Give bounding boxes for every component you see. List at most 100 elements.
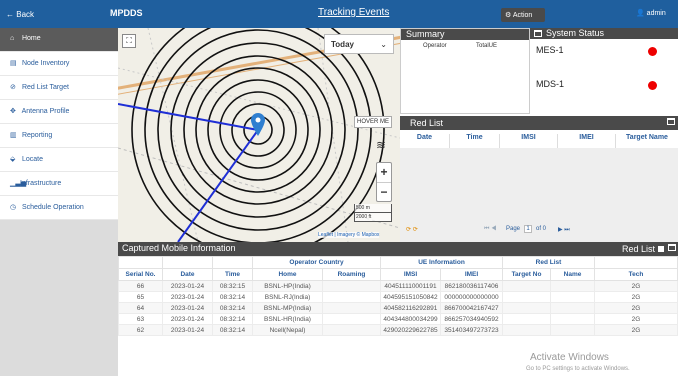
red-list-toggle[interactable]: Red List (622, 244, 664, 254)
column-header[interactable]: Date (162, 268, 213, 281)
group-ue-information: UE Information (380, 256, 503, 269)
cell-imei: 866700042167427 (440, 302, 503, 314)
cell-home: BSNL-MP(India) (252, 302, 323, 314)
system-status-header: System Status (530, 28, 678, 39)
column-header[interactable]: Time (212, 268, 253, 281)
status-row: MDS-1 (530, 73, 678, 97)
window-icon[interactable] (667, 118, 675, 125)
zoom-control: + − (376, 162, 392, 202)
refresh-icon[interactable]: ⟳ ⟳ (406, 226, 418, 233)
page-input[interactable]: 1 (524, 225, 532, 233)
column-header[interactable]: Date (400, 134, 450, 148)
cell-home: BSNL-HR(India) (252, 313, 323, 325)
cell-target-no (502, 291, 551, 303)
cell-name (550, 280, 595, 292)
table-row[interactable]: 66 2023-01-24 08:32:15 BSNL-HP(India) 40… (118, 280, 678, 292)
column-header[interactable]: IMEI (558, 134, 616, 148)
user-menu[interactable]: 👤 admin (636, 9, 666, 17)
system-status-title: System Status (546, 28, 605, 38)
summary-columns: Operator TotalUE (401, 40, 529, 49)
cell-roaming (322, 280, 381, 292)
range-select[interactable]: Today ⌄ (324, 34, 394, 54)
action-label: Action (512, 12, 533, 19)
sidebar-item-red-list-target[interactable]: ⊘ Red List Target (0, 76, 118, 100)
first-prev-icon[interactable]: ⏮ ◀ (484, 226, 496, 233)
window-icon[interactable] (534, 30, 542, 37)
activation-watermark: Activate Windows (530, 352, 609, 363)
map-view[interactable]: ⛶ Today ⌄ HOVER ME ≋ + − 500 m 2000 ft Le… (118, 28, 400, 242)
cell-serial: 65 (118, 291, 163, 303)
table-row[interactable]: 65 2023-01-24 08:32:14 BSNL-RJ(India) 40… (118, 291, 678, 303)
cell-roaming (322, 302, 381, 314)
chevron-down-icon: ⌄ (380, 40, 387, 49)
sidebar-item-label: Infrastructure (20, 180, 62, 187)
sidebar-item-reporting[interactable]: ▥ Reporting (0, 124, 118, 148)
map-attribution[interactable]: Leaflet | Imagery © Mapbox (318, 232, 380, 238)
column-header[interactable]: Home (252, 268, 323, 281)
next-last-icon[interactable]: ▶ ⏭ (558, 226, 570, 234)
sidebar-item-home[interactable]: ⌂ Home (0, 28, 118, 52)
column-header: TotalUE (476, 43, 498, 49)
sidebar-item-antenna-profile[interactable]: ✥ Antenna Profile (0, 100, 118, 124)
column-header[interactable]: Time (450, 134, 500, 148)
status-dot-icon (648, 47, 657, 56)
home-icon: ⌂ (10, 35, 15, 42)
summary-title: Summary (401, 29, 529, 40)
column-header[interactable]: IMSI (500, 134, 558, 148)
cell-name (550, 291, 595, 303)
back-button[interactable]: ← Back (6, 10, 34, 19)
status-node-name: MDS-1 (536, 79, 565, 89)
sidebar-item-node-inventory[interactable]: ▤ Node Inventory (0, 52, 118, 76)
cell-date: 2023-01-24 (162, 302, 213, 314)
cell-tech: 2G (594, 280, 678, 292)
group-header-row: Operator Country UE Information Red List (118, 256, 678, 269)
cell-serial: 63 (118, 313, 163, 325)
cell-name (550, 324, 595, 336)
sidebar-item-schedule-operation[interactable]: ◷ Schedule Operation (0, 196, 118, 220)
cell-date: 2023-01-24 (162, 313, 213, 325)
table-row[interactable]: 63 2023-01-24 08:32:14 BSNL-HR(India) 40… (118, 313, 678, 325)
system-status-panel: System Status MES-1 MDS-1 (530, 28, 678, 114)
column-header[interactable]: Target No (502, 268, 551, 281)
status-row: MES-1 (530, 39, 678, 63)
column-header[interactable]: Roaming (322, 268, 381, 281)
column-header[interactable]: Serial No. (118, 268, 163, 281)
column-header[interactable]: IMSI (380, 268, 441, 281)
column-header[interactable]: IMEI (440, 268, 503, 281)
fullscreen-icon[interactable]: ⛶ (122, 34, 136, 48)
wifi-icon[interactable]: ≋ (376, 138, 386, 152)
cell-target-no (502, 324, 551, 336)
sidebar-item-infrastructure[interactable]: ▁▃▅Infrastructure (0, 172, 118, 196)
cell-time: 08:32:14 (212, 291, 253, 303)
column-header-row: Serial No. Date Time Home Roaming IMSI I… (118, 268, 678, 281)
page-title[interactable]: Tracking Events (318, 7, 389, 18)
captured-table: Operator Country UE Information Red List… (118, 256, 678, 336)
user-icon: 👤 (636, 10, 645, 17)
antenna-icon: ✥ (10, 108, 16, 115)
action-button[interactable]: ⚙ Action (501, 8, 545, 22)
sidebar: ⌂ Home ▤ Node Inventory ⊘ Red List Targe… (0, 28, 118, 376)
sidebar-item-locate[interactable]: ⬙ Locate (0, 148, 118, 172)
table-row[interactable]: 64 2023-01-24 08:32:14 BSNL-MP(India) 40… (118, 302, 678, 314)
captured-header: Captured Mobile Information Red List (118, 242, 678, 256)
window-icon[interactable] (668, 244, 676, 251)
column-header[interactable]: Target Name (616, 134, 678, 148)
column-header[interactable]: Name (550, 268, 595, 281)
hover-me-button[interactable]: HOVER ME (354, 116, 393, 128)
cell-imei: 866257034940592 (440, 313, 503, 325)
sidebar-item-label: Reporting (21, 132, 53, 139)
top-bar: ← Back MPDDS Tracking Events ⚙ Action 👤 … (0, 0, 678, 28)
cell-roaming (322, 291, 381, 303)
cell-home: BSNL-RJ(India) (252, 291, 323, 303)
column-header: Operator (423, 43, 447, 49)
range-select-value: Today (331, 40, 354, 49)
red-list-title: Red List (410, 118, 444, 128)
table-row[interactable]: 62 2023-01-24 08:32:14 Ncell(Nepal) 4290… (118, 324, 678, 336)
red-list-pager: ⟳ ⟳ ⏮ ◀ Page 1 of 0 ▶ ⏭ (400, 224, 678, 238)
cell-tech: 2G (594, 313, 678, 325)
sidebar-item-label: Locate (21, 156, 43, 163)
column-header[interactable]: Tech (594, 268, 678, 281)
zoom-in-button[interactable]: + (377, 163, 391, 183)
zoom-out-button[interactable]: − (377, 183, 391, 203)
cell-time: 08:32:14 (212, 324, 253, 336)
